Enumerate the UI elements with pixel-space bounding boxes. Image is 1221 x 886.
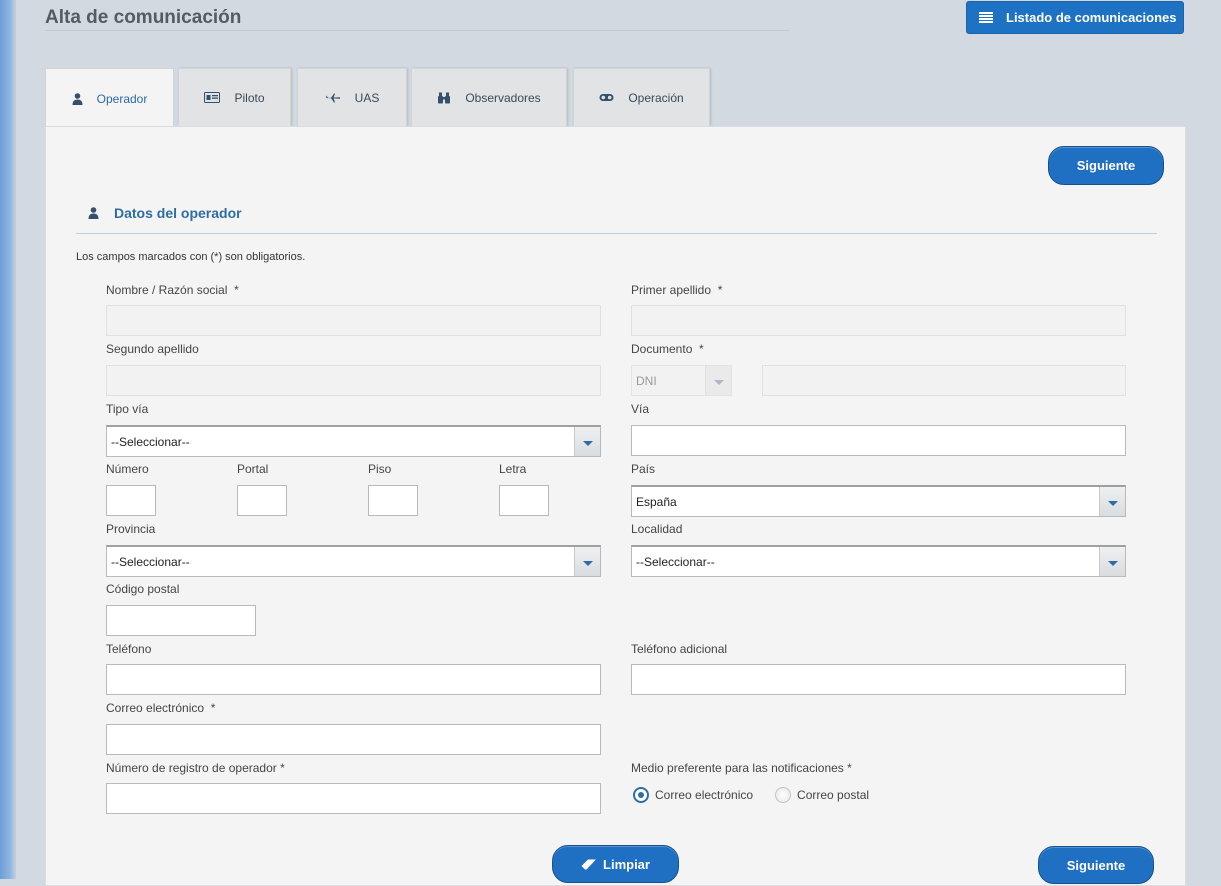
telefono-input[interactable] [106,664,601,695]
form-panel: Siguiente Datos del operador Los campos … [45,126,1186,886]
medio-radio-group: Correo electrónico Correo postal [633,787,869,803]
numero-input[interactable] [106,485,156,516]
next-button-top[interactable]: Siguiente [1048,146,1164,185]
nombre-input[interactable] [106,305,601,336]
eraser-icon [581,859,596,870]
tab-uas-label: UAS [354,90,380,105]
documento-type-value: DNI [636,373,657,388]
tipo-via-label: Tipo vía [106,402,149,416]
telefono-label: Teléfono [106,642,152,656]
letra-input[interactable] [499,485,549,516]
goggles-icon [599,93,614,102]
window-left-edge [0,0,16,879]
id-card-icon [204,92,221,103]
codigo-postal-input[interactable] [106,605,256,636]
user-icon [72,92,83,105]
radio-correo-postal[interactable] [775,787,792,803]
section-divider [76,233,1157,234]
provincia-label: Provincia [106,522,156,536]
localidad-value: --Seleccionar-- [636,554,715,569]
piso-input[interactable] [368,485,418,516]
section-title: Datos del operador [114,205,242,221]
binoculars-icon [437,92,451,104]
tab-uas[interactable]: UAS [297,68,407,126]
radio-correo-postal-label: Correo postal [797,788,870,802]
tab-observadores-label: Observadores [465,90,541,105]
tab-piloto-label: Piloto [234,90,265,105]
primer-apellido-label: Primer apellido * [631,283,723,297]
radio-correo-electronico[interactable] [633,787,649,803]
tab-operacion-label: Operación [628,90,684,105]
numero-label: Número [106,462,149,476]
portal-label: Portal [237,462,269,476]
correo-input[interactable] [106,724,601,755]
tab-observadores[interactable]: Observadores [411,68,567,126]
tab-operador[interactable]: Operador [45,68,174,128]
via-input[interactable] [631,425,1126,456]
next-button-bottom[interactable]: Siguiente [1038,846,1154,884]
provincia-select[interactable]: --Seleccionar-- [106,545,601,577]
localidad-label: Localidad [631,522,683,536]
aircraft-icon [325,93,341,103]
telefono-adicional-label: Teléfono adicional [631,642,728,656]
clear-button[interactable]: Limpiar [552,845,679,883]
chevron-down-icon [1099,487,1125,516]
localidad-select[interactable]: --Seleccionar-- [631,545,1126,577]
piso-label: Piso [368,462,392,476]
pais-value: España [636,494,677,509]
documento-number-input[interactable] [762,365,1126,396]
radio-correo-electronico-label: Correo electrónico [655,788,754,802]
segundo-apellido-input[interactable] [106,365,601,396]
documento-label: Documento * [631,342,704,356]
chevron-down-icon [574,547,600,576]
documento-type-select[interactable]: DNI [631,365,732,396]
medio-label: Medio preferente para las notificaciones… [631,761,852,775]
primer-apellido-input[interactable] [631,305,1126,336]
clear-button-label: Limpiar [603,856,650,872]
tab-operador-label: Operador [96,91,148,106]
telefono-adicional-input[interactable] [631,664,1126,695]
page-title: Alta de comunicación [45,7,242,28]
user-icon [88,207,99,219]
via-label: Vía [631,402,650,416]
codigo-postal-label: Código postal [106,582,180,596]
correo-label: Correo electrónico * [106,701,216,715]
list-icon [979,12,993,23]
registro-label: Número de registro de operador * [106,761,285,775]
tab-operacion[interactable]: Operación [573,68,710,126]
pais-label: País [631,462,656,476]
list-communications-button[interactable]: Listado de comunicaciones [966,1,1184,34]
chevron-down-icon [1099,547,1125,576]
portal-input[interactable] [237,485,287,516]
chevron-down-icon [574,427,600,456]
tipo-via-select[interactable]: --Seleccionar-- [106,425,601,457]
tipo-via-value: --Seleccionar-- [111,434,190,449]
letra-label: Letra [499,462,527,476]
required-note: Los campos marcados con (*) son obligato… [76,251,306,263]
chevron-down-icon [705,366,731,395]
pais-select[interactable]: España [631,485,1126,517]
provincia-value: --Seleccionar-- [111,554,190,569]
registro-input[interactable] [106,783,601,814]
segundo-apellido-label: Segundo apellido [106,342,199,356]
section-header: Datos del operador [88,205,242,221]
tab-piloto[interactable]: Piloto [178,68,291,126]
list-communications-label: Listado de comunicaciones [1006,10,1177,25]
title-divider [45,30,790,31]
nombre-label: Nombre / Razón social * [106,283,239,297]
